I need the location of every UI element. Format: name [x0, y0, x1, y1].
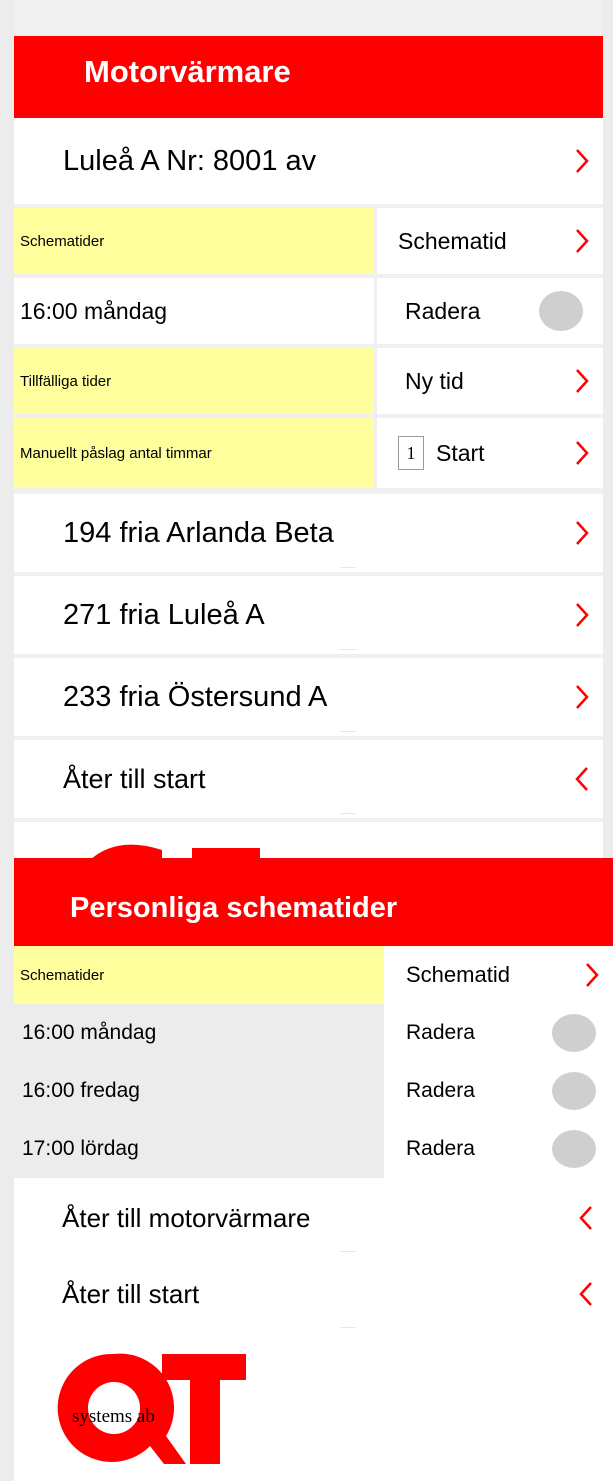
chevron-right-icon [575, 494, 589, 572]
delete-row: Radera [384, 1120, 613, 1178]
back-to-start-button[interactable]: Åter till start [14, 1256, 613, 1332]
divider [341, 731, 355, 732]
chevron-right-icon [575, 368, 589, 394]
divider [341, 1251, 355, 1252]
delete-row: Radera [384, 1062, 613, 1120]
chevron-left-icon [579, 1180, 593, 1256]
schedule-button[interactable]: Schematid [377, 208, 603, 274]
back-to-start-label: Åter till start [63, 763, 206, 794]
divider [341, 813, 355, 814]
location-row[interactable]: 271 fria Luleå A [14, 576, 603, 654]
schedule-button-label: Schematid [406, 962, 510, 987]
chevron-right-icon [575, 228, 589, 254]
location-label: 194 fria Arlanda Beta [63, 516, 334, 549]
chevron-right-icon [575, 118, 589, 204]
delete-label: Radera [406, 1021, 475, 1044]
manual-label: Manuellt påslag antal timmar [14, 418, 374, 488]
schedule-entry: 16:00 måndag [14, 1004, 384, 1062]
chevron-left-icon [575, 740, 589, 818]
back-to-start-label: Åter till start [62, 1278, 200, 1309]
toggle-icon[interactable] [552, 1130, 596, 1168]
motorvarmare-panel: Motorvärmare Luleå A Nr: 8001 av Schemat… [14, 0, 603, 858]
temp-times-label: Tillfälliga tider [14, 348, 374, 414]
page-title: Motorvärmare [14, 36, 603, 118]
personal-schedule-panel: Personliga schematider Schematider Schem… [14, 858, 613, 1481]
chevron-right-icon [585, 962, 599, 988]
chevron-left-icon [579, 1256, 593, 1332]
schedule-button[interactable]: Schematid [384, 946, 613, 1004]
chevron-right-icon [575, 576, 589, 654]
device-label: Luleå A Nr: 8001 av [63, 144, 317, 177]
divider [341, 567, 355, 568]
chevron-right-icon [575, 440, 589, 466]
logo-icon [92, 844, 260, 858]
schedule-button-label: Schematid [398, 227, 507, 254]
schedule-entry: 17:00 lördag [14, 1120, 384, 1178]
delete-label: Radera [405, 297, 481, 324]
location-row[interactable]: 233 fria Östersund A [14, 658, 603, 736]
start-button[interactable]: Start [436, 440, 485, 467]
manual-start-row: 1 Start [377, 418, 603, 488]
back-to-motor-button[interactable]: Åter till motorvärmare [14, 1180, 613, 1256]
back-to-start-button[interactable]: Åter till start [14, 740, 603, 818]
logo-text: systems ab [72, 1406, 155, 1427]
schedule-label: Schematider [14, 946, 384, 1004]
delete-label: Radera [406, 1079, 475, 1102]
location-row[interactable]: 194 fria Arlanda Beta [14, 494, 603, 572]
location-label: 271 fria Luleå A [63, 598, 265, 631]
time-entry: 16:00 måndag [14, 278, 374, 344]
divider [341, 1327, 355, 1328]
company-logo: systems ab [54, 1348, 254, 1468]
toggle-icon[interactable] [552, 1072, 596, 1110]
new-time-button[interactable]: Ny tid [377, 348, 603, 414]
hours-input[interactable]: 1 [398, 436, 424, 470]
delete-row: Radera [384, 1004, 613, 1062]
logo-strip [14, 822, 603, 858]
back-to-motor-label: Åter till motorvärmare [62, 1202, 311, 1233]
divider [341, 649, 355, 650]
section-title: Personliga schematider [14, 858, 613, 946]
toggle-icon[interactable] [552, 1014, 596, 1052]
location-label: 233 fria Östersund A [63, 680, 328, 713]
chevron-right-icon [575, 658, 589, 736]
schedule-entry: 16:00 fredag [14, 1062, 384, 1120]
device-row[interactable]: Luleå A Nr: 8001 av [14, 118, 603, 204]
delete-label: Radera [406, 1137, 475, 1160]
delete-row: Radera [377, 278, 603, 344]
toggle-icon[interactable] [539, 291, 583, 331]
new-time-label: Ny tid [405, 367, 464, 394]
schedule-label: Schematider [14, 208, 374, 274]
